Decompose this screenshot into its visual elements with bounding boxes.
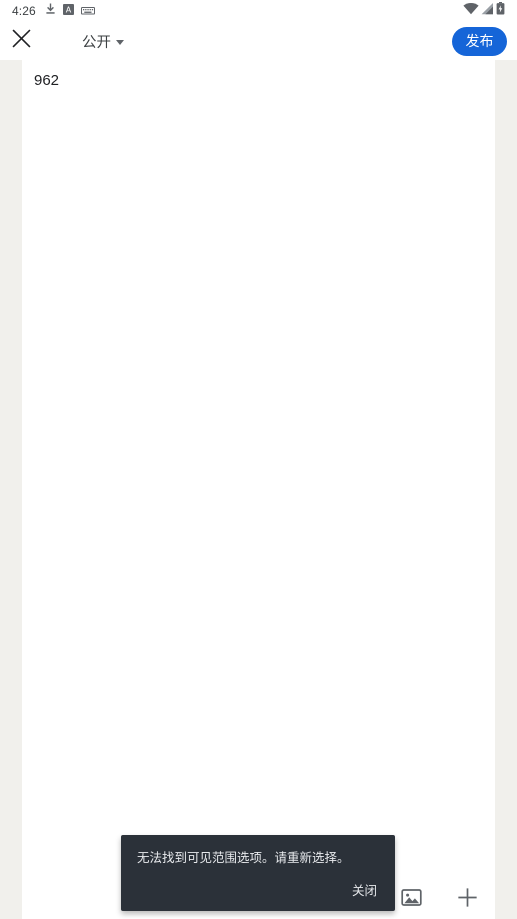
snackbar-toast: 无法找到可见范围选项。请重新选择。 关闭 [121,835,395,911]
post-editor-page[interactable]: 962 [22,60,495,919]
snackbar-action-row: 关闭 [137,878,379,903]
close-editor-button[interactable] [0,22,42,60]
wifi-icon [463,2,479,20]
snackbar-message: 无法找到可见范围选项。请重新选择。 [137,850,350,865]
keyboard-icon [80,2,95,20]
app-badge-a-icon: A [62,2,74,20]
status-bar-system-icons [463,2,505,20]
add-more-button[interactable] [453,886,481,914]
plus-icon [457,887,478,913]
status-bar-notification-icons: A [45,2,95,20]
publish-button[interactable]: 发布 [452,26,507,56]
snackbar-dismiss-button[interactable]: 关闭 [350,878,379,901]
cellular-signal-icon [481,2,494,20]
top-app-bar: 公开 发布 [0,22,517,60]
editor-canvas-area: 962 [0,60,517,919]
download-icon [45,2,56,20]
chevron-down-icon [116,39,124,45]
battery-charging-icon [496,2,505,20]
close-icon [11,29,31,53]
post-body-text[interactable]: 962 [34,71,59,91]
visibility-selector[interactable]: 公开 [82,22,124,60]
svg-text:A: A [66,5,72,14]
insert-image-button[interactable] [397,886,425,914]
image-icon [400,887,422,913]
visibility-selector-label: 公开 [82,34,111,51]
status-bar: 4:26 A [0,0,517,22]
status-bar-clock: 4:26 [12,4,36,18]
